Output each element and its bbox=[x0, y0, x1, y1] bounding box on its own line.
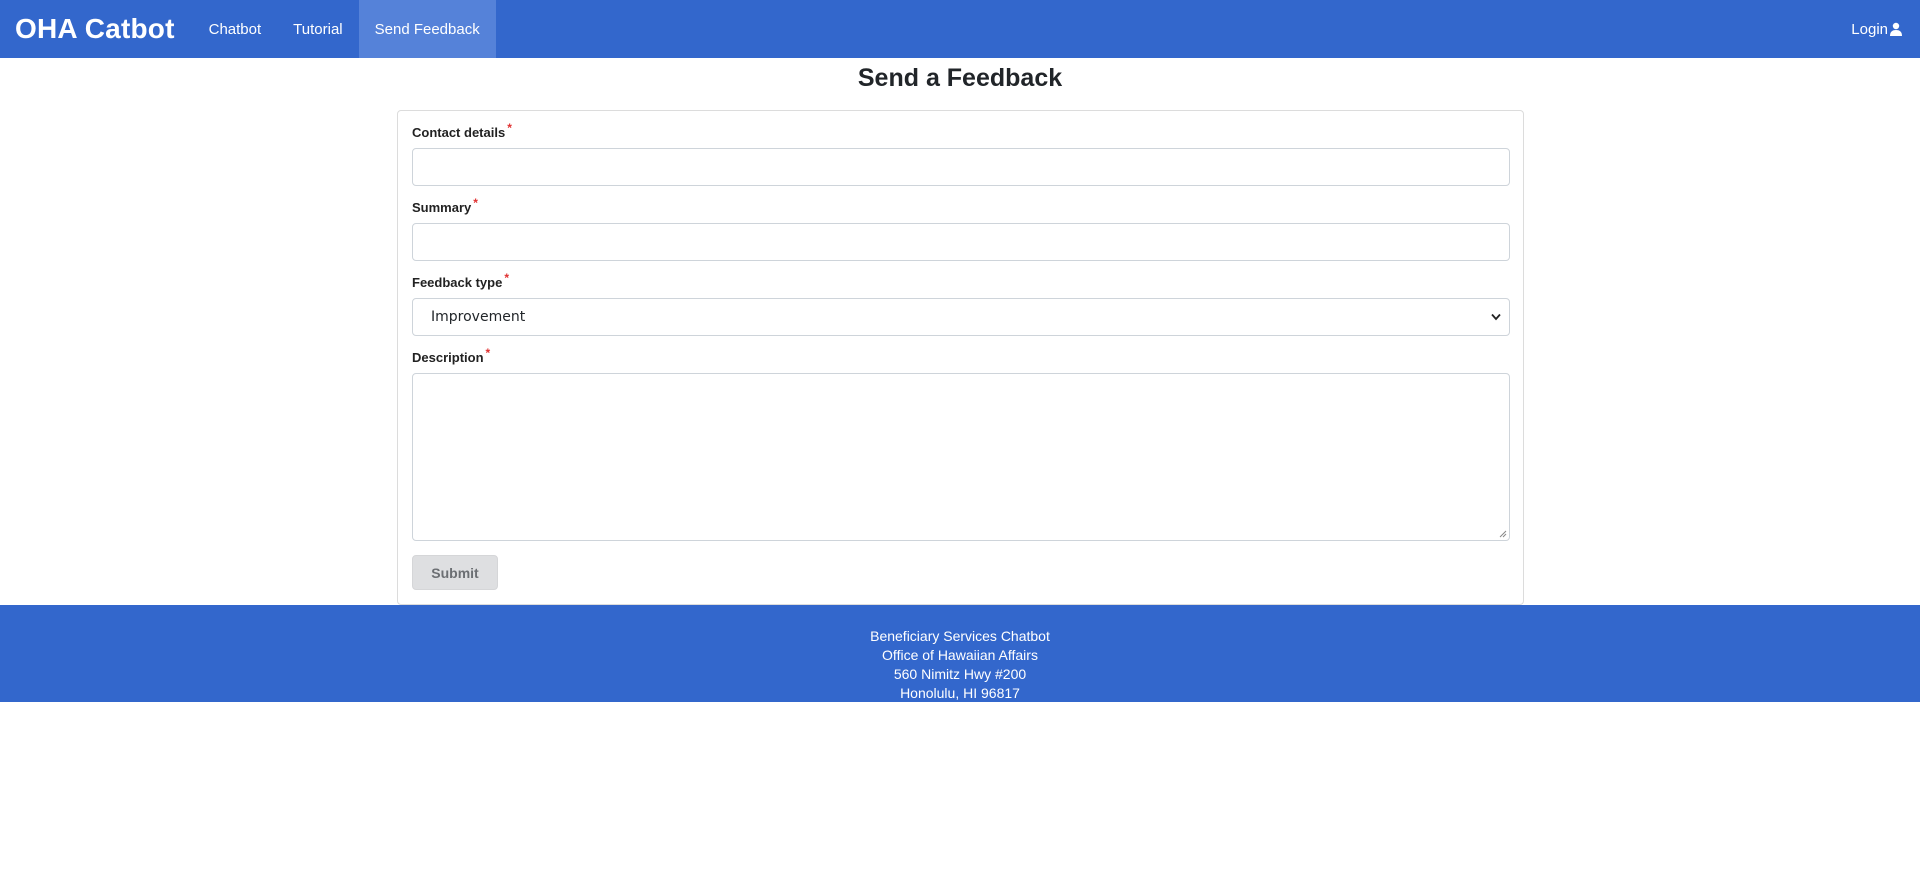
feedback-type-label: Feedback type * bbox=[412, 271, 509, 290]
user-icon bbox=[1890, 22, 1902, 36]
contact-details-input[interactable] bbox=[412, 148, 1510, 186]
contact-details-label-text: Contact details bbox=[412, 125, 506, 140]
footer: Beneficiary Services Chatbot Office of H… bbox=[0, 605, 1920, 702]
nav-item-tutorial[interactable]: Tutorial bbox=[277, 0, 358, 58]
required-marker: * bbox=[504, 271, 509, 285]
top-navbar: OHA Catbot Chatbot Tutorial Send Feedbac… bbox=[0, 0, 1920, 58]
submit-button[interactable]: Submit bbox=[412, 555, 498, 590]
contact-details-label: Contact details * bbox=[412, 121, 512, 140]
page-title: Send a Feedback bbox=[857, 64, 1063, 92]
summary-label-text: Summary bbox=[412, 200, 472, 215]
feedback-type-selected: Improvement bbox=[431, 309, 526, 325]
footer-line-title: Beneficiary Services Chatbot bbox=[870, 628, 1050, 644]
description-label-text: Description bbox=[412, 350, 484, 365]
required-marker: * bbox=[485, 346, 491, 360]
login-label: Login bbox=[1851, 20, 1888, 38]
summary-label: Summary * bbox=[412, 196, 478, 215]
feedback-type-label-text: Feedback type bbox=[412, 275, 503, 290]
footer-line-city: Honolulu, HI 96817 bbox=[900, 685, 1020, 701]
brand-logo[interactable]: OHA Catbot bbox=[0, 0, 193, 58]
nav-item-send-feedback[interactable]: Send Feedback bbox=[358, 0, 496, 58]
required-marker: * bbox=[507, 121, 512, 135]
description-label: Description * bbox=[412, 346, 490, 365]
feedback-form-card: Contact details * Summary * Feedback type *… bbox=[397, 110, 1524, 605]
nav-item-chatbot[interactable]: Chatbot bbox=[193, 0, 278, 58]
footer-line-organization: Office of Hawaiian Affairs bbox=[882, 647, 1038, 663]
feedback-type-select[interactable]: Improvement bbox=[412, 298, 1510, 336]
resize-handle-icon[interactable] bbox=[1499, 530, 1507, 538]
summary-input[interactable] bbox=[412, 223, 1510, 261]
chevron-down-icon bbox=[1491, 313, 1501, 321]
login-link[interactable]: Login bbox=[1851, 0, 1920, 58]
description-textarea[interactable] bbox=[412, 373, 1510, 541]
footer-line-address: 560 Nimitz Hwy #200 bbox=[893, 666, 1027, 682]
required-marker: * bbox=[473, 196, 478, 210]
